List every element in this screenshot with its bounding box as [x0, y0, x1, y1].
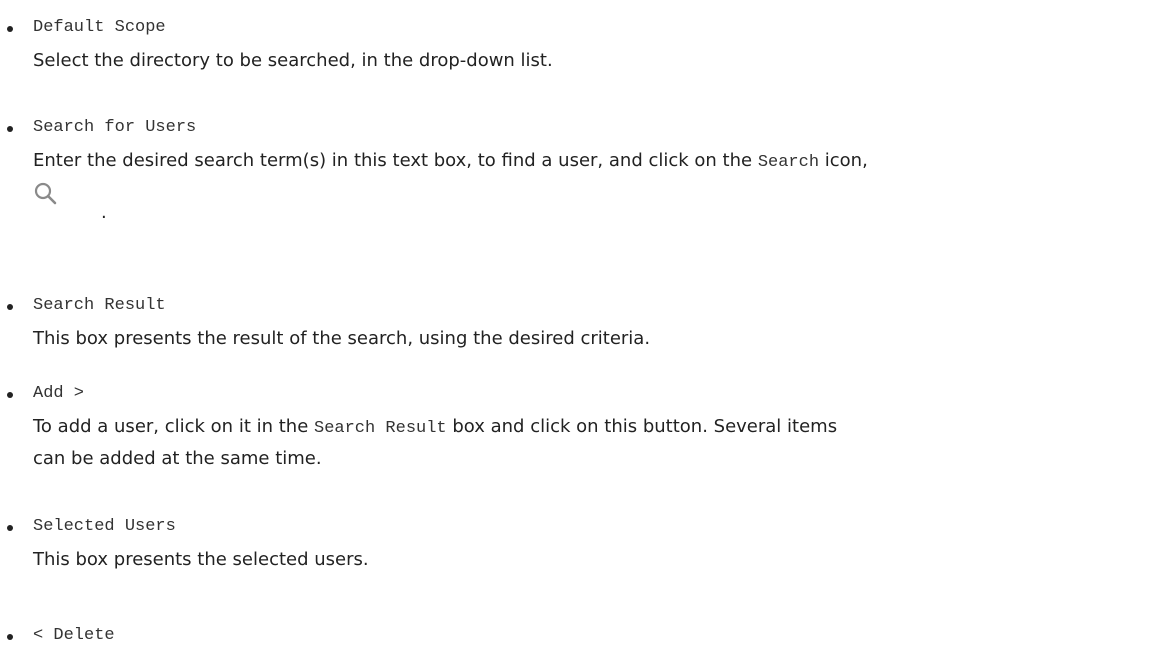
bullet: [7, 126, 13, 132]
item-term: < Delete: [33, 626, 115, 645]
description-line: can be added at the same time.: [33, 448, 322, 469]
item-description: To add a user, click on it in the Search…: [33, 412, 1163, 474]
description-line: To add a user, click on it in the Search…: [33, 412, 1163, 444]
item-term: Selected Users: [33, 517, 176, 536]
document-body: Default Scope Select the directory to be…: [0, 0, 1168, 670]
bullet: [7, 525, 13, 531]
inline-code-search: Search: [757, 153, 820, 172]
item-description: Enter the desired search term(s) in this…: [33, 146, 1163, 178]
item-description: Select the directory to be searched, in …: [33, 50, 553, 71]
item-description: This box presents the result of the sear…: [33, 328, 651, 349]
description-text: To add a user, click on it in the: [33, 416, 314, 437]
bullet: [7, 26, 13, 32]
description-text: icon,: [819, 150, 868, 171]
item-description: This box presents the selected users.: [33, 549, 369, 570]
bullet: [7, 392, 13, 398]
bullet: [7, 304, 13, 310]
item-term: Add >: [33, 384, 85, 403]
period-text: .: [101, 202, 107, 223]
item-term: Default Scope: [33, 18, 166, 37]
item-term: Search for Users: [33, 118, 197, 137]
bullet: [7, 634, 13, 640]
description-text: box and click on this button. Several it…: [446, 416, 838, 437]
description-text: Enter the desired search term(s) in this…: [33, 150, 758, 171]
inline-code-search-result: Search Result: [314, 419, 447, 438]
search-icon: [33, 181, 59, 207]
item-term: Search Result: [33, 296, 166, 315]
